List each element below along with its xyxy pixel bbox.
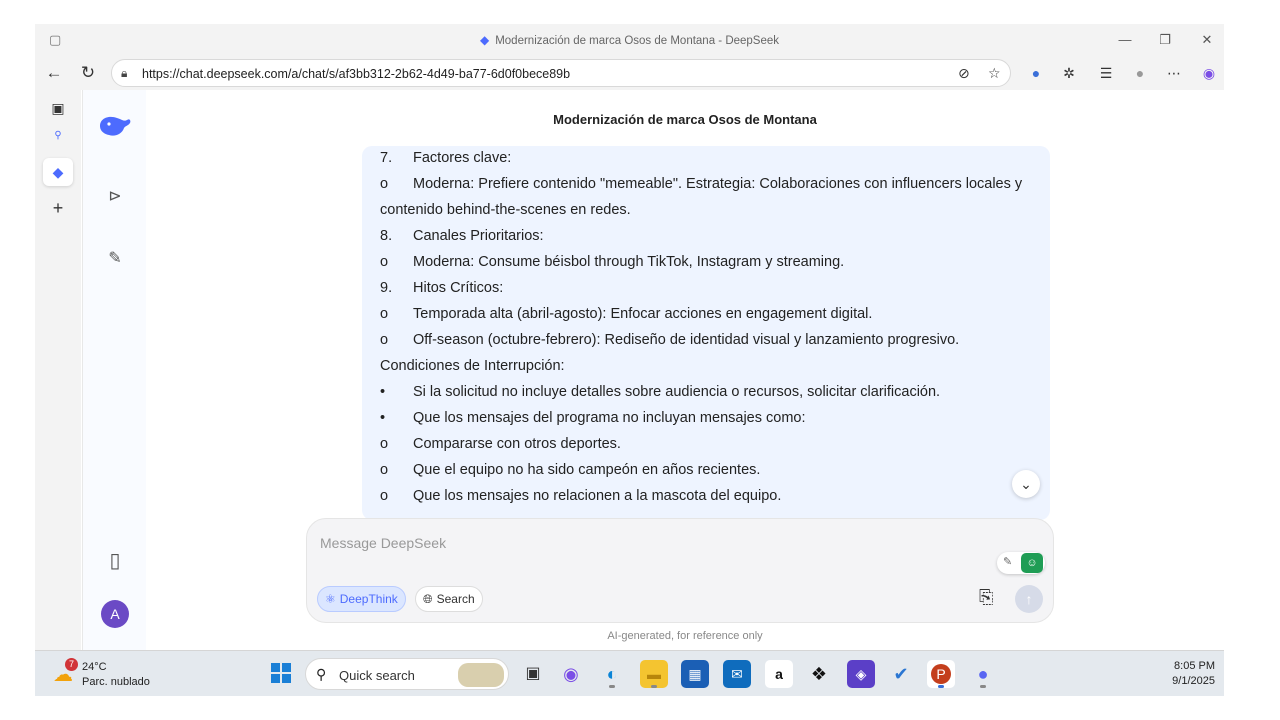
sidebar-toggle-icon[interactable]: ▣	[43, 94, 73, 122]
message-line: o Off-season (octubre-febrero): Rediseño …	[380, 332, 960, 348]
message-line: • Si la solicitud no incluye detalles sob…	[380, 384, 941, 400]
grammar-bot-icon: ☺	[1021, 553, 1043, 573]
clock-date: 9/1/2025	[1172, 675, 1215, 687]
weather-desc: Parc. nublado	[82, 676, 150, 688]
more-menu-icon[interactable]: ⋯	[1163, 62, 1185, 84]
powerpoint-running-indicator	[938, 685, 944, 688]
deepthink-toggle[interactable]: ⚛ DeepThink	[317, 586, 406, 612]
message-composer: Message DeepSeek ✎ ☺ ⚛ DeepThink 🌐︎ Search…	[306, 518, 1054, 623]
user-avatar[interactable]: A	[101, 600, 129, 628]
desktop-screen: ▢ ◆ Modernización de marca Osos de Montan…	[35, 24, 1224, 696]
dropbox-icon[interactable]: ❖	[805, 660, 833, 688]
feather-icon: ✎	[1003, 556, 1013, 568]
powerpoint-icon[interactable]: P	[927, 660, 955, 688]
scroll-to-bottom-button[interactable]: ⌄	[1012, 470, 1040, 498]
copilot-icon[interactable]: ◉	[1198, 62, 1220, 84]
clock-time: 8:05 PM	[1174, 660, 1215, 672]
deepseek-tab-icon[interactable]: ◆	[43, 158, 73, 186]
explorer-running-indicator	[651, 685, 657, 688]
weather-temp: 24°C	[82, 661, 107, 673]
copilot-app-icon[interactable]: ◉	[557, 660, 585, 688]
message-line: o Que los mensajes no relacionen a la mas…	[380, 488, 782, 504]
deepseek-sidebar: ⊳ ✎ ▯ A	[82, 90, 146, 650]
message-line: • Que los mensajes del programa no incluy…	[380, 410, 806, 426]
weather-widget[interactable]: ☁ 7 24°C Parc. nublado	[53, 658, 173, 690]
todo-icon[interactable]: ✔	[887, 660, 915, 688]
taskbar-search[interactable]: ⚲ Quick search	[305, 658, 509, 690]
window-title: ◆ Modernización de marca Osos de Montana …	[35, 33, 1224, 47]
search-label: Quick search	[339, 668, 415, 683]
extension-icon[interactable]: ●	[1025, 62, 1047, 84]
message-line: o Compararse con otros deportes.	[380, 436, 621, 452]
site-info-icon[interactable]: 🔒︎	[121, 66, 127, 81]
discord-running-indicator	[980, 685, 986, 688]
system-clock[interactable]: 8:05 PM 9/1/2025	[1155, 659, 1215, 689]
browser-toolbar: ← ↻ 🔒︎ https://chat.deepseek.com/a/chat/…	[35, 56, 1224, 90]
new-chat-icon[interactable]: ✎	[104, 248, 126, 270]
deepseek-logo-icon[interactable]	[97, 112, 133, 140]
browser-sidebar: ▣ ⚲ ◆ +	[35, 90, 81, 650]
file-explorer-icon[interactable]: ▬	[640, 660, 668, 688]
extensions-puzzle-icon[interactable]: ✲	[1058, 62, 1080, 84]
message-line: contenido behind-the-scenes en redes.	[380, 202, 631, 218]
globe-icon: 🌐︎	[423, 592, 433, 606]
atom-icon: ⚛	[325, 592, 336, 606]
message-bubble: 7. Factores clave: o Moderna: Prefiere con…	[362, 146, 1050, 520]
search-icon: ⚲	[316, 666, 327, 682]
mobile-app-icon[interactable]: ▯	[104, 548, 126, 572]
close-button[interactable]: ✕	[1193, 29, 1221, 51]
search-highlight-image	[458, 663, 504, 687]
window-title-text: Modernización de marca Osos de Montana -…	[495, 35, 780, 47]
discord-icon[interactable]: ●	[969, 660, 997, 688]
attach-file-icon[interactable]: ⎘	[979, 587, 993, 608]
edge-icon[interactable]: ◐	[598, 660, 626, 688]
edge-running-indicator	[609, 685, 615, 688]
message-line: 7. Factores clave:	[380, 150, 512, 166]
grammar-extension-widget[interactable]: ✎ ☺	[997, 552, 1045, 574]
search-toggle[interactable]: 🌐︎ Search	[415, 586, 483, 612]
sidebar-search-icon[interactable]: ⚲	[43, 122, 73, 150]
favorite-star-icon[interactable]: ☆	[988, 65, 1001, 82]
message-line: 9. Hitos Críticos:	[380, 280, 504, 296]
send-button[interactable]: ↑	[1015, 585, 1043, 613]
ai-disclaimer: AI-generated, for reference only	[607, 630, 763, 642]
message-line: o Que el equipo no ha sido campeón en año…	[380, 462, 761, 478]
task-view-icon[interactable]: ▣	[519, 660, 547, 688]
windows-taskbar: ☁ 7 24°C Parc. nublado ⚲ Quick search ▣ …	[35, 650, 1224, 696]
m365-icon[interactable]: ◈	[847, 660, 875, 688]
back-button[interactable]: ←	[41, 60, 67, 86]
amazon-icon[interactable]: a	[765, 660, 793, 688]
start-button[interactable]	[271, 663, 291, 683]
browser-title-bar: ▢ ◆ Modernización de marca Osos de Montan…	[35, 24, 1224, 56]
deepseek-favicon-icon: ◆	[479, 33, 490, 47]
restore-button[interactable]: ❐	[1151, 29, 1179, 51]
add-tab-icon[interactable]: +	[43, 194, 73, 222]
message-input[interactable]: Message DeepSeek	[320, 535, 446, 551]
chat-main: Modernización de marca Osos de Montana 7…	[146, 90, 1224, 650]
store-icon[interactable]: ▦	[681, 660, 709, 688]
message-line: 8. Canales Prioritarios:	[380, 228, 544, 244]
chat-title: Modernización de marca Osos de Montana	[553, 112, 817, 127]
favorites-icon[interactable]: ☰	[1095, 62, 1117, 84]
message-line: o Moderna: Prefiere contenido "memeable".…	[380, 176, 1023, 192]
profile-icon[interactable]: ●	[1129, 62, 1151, 84]
refresh-button[interactable]: ↻	[75, 60, 101, 86]
tracking-prevention-icon[interactable]: ⊘	[958, 65, 970, 82]
message-line: Condiciones de Interrupción:	[380, 358, 565, 374]
message-line: o Moderna: Consume béisbol through TikTok…	[380, 254, 845, 270]
weather-badge: 7	[65, 658, 78, 671]
address-bar[interactable]: 🔒︎ https://chat.deepseek.com/a/chat/s/af…	[111, 59, 1011, 87]
open-sidebar-icon[interactable]: ⊳	[104, 186, 126, 208]
outlook-icon[interactable]: ✉	[723, 660, 751, 688]
url-text[interactable]: https://chat.deepseek.com/a/chat/s/af3bb…	[142, 67, 570, 81]
message-line: o Temporada alta (abril-agosto): Enfocar …	[380, 306, 873, 322]
minimize-button[interactable]: —	[1111, 29, 1139, 51]
